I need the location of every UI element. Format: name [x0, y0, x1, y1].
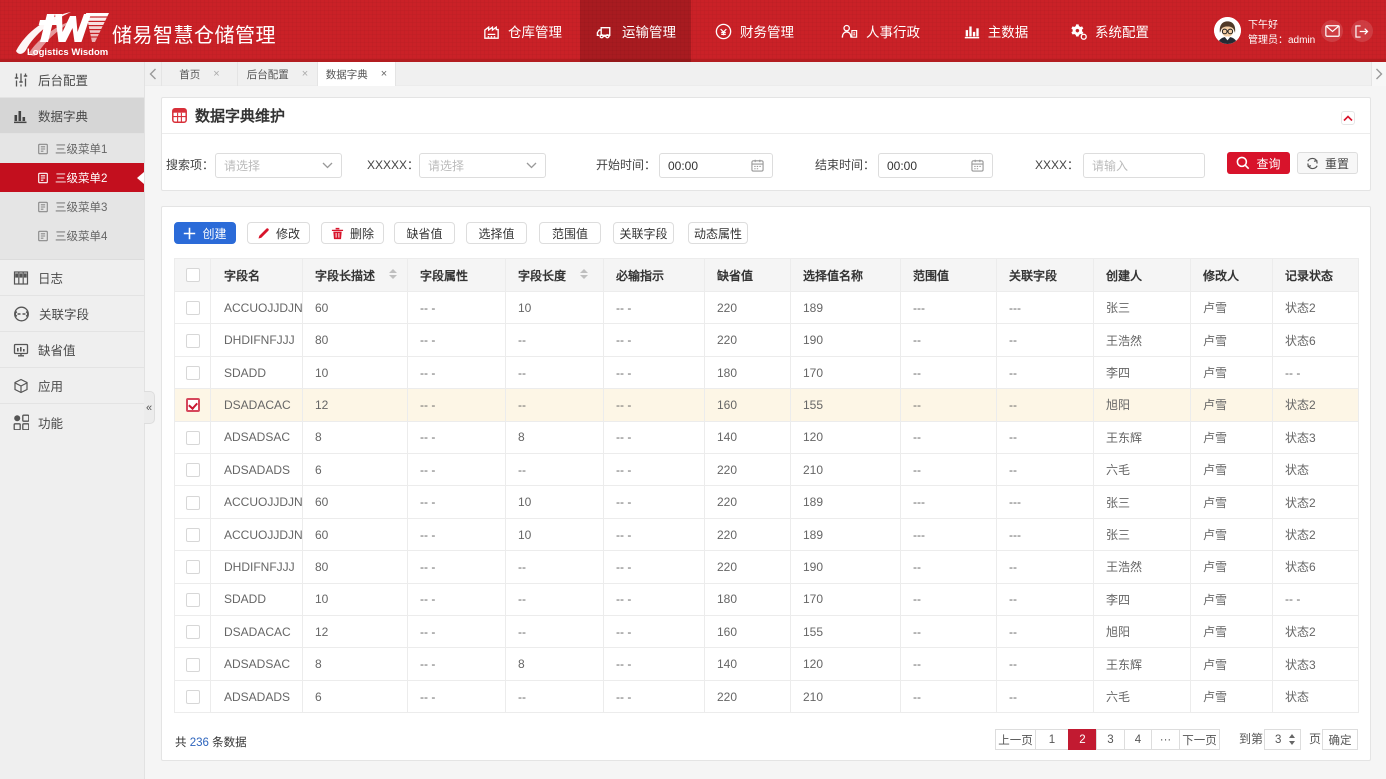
svg-text:Logistics Wisdom: Logistics Wisdom [27, 47, 108, 57]
